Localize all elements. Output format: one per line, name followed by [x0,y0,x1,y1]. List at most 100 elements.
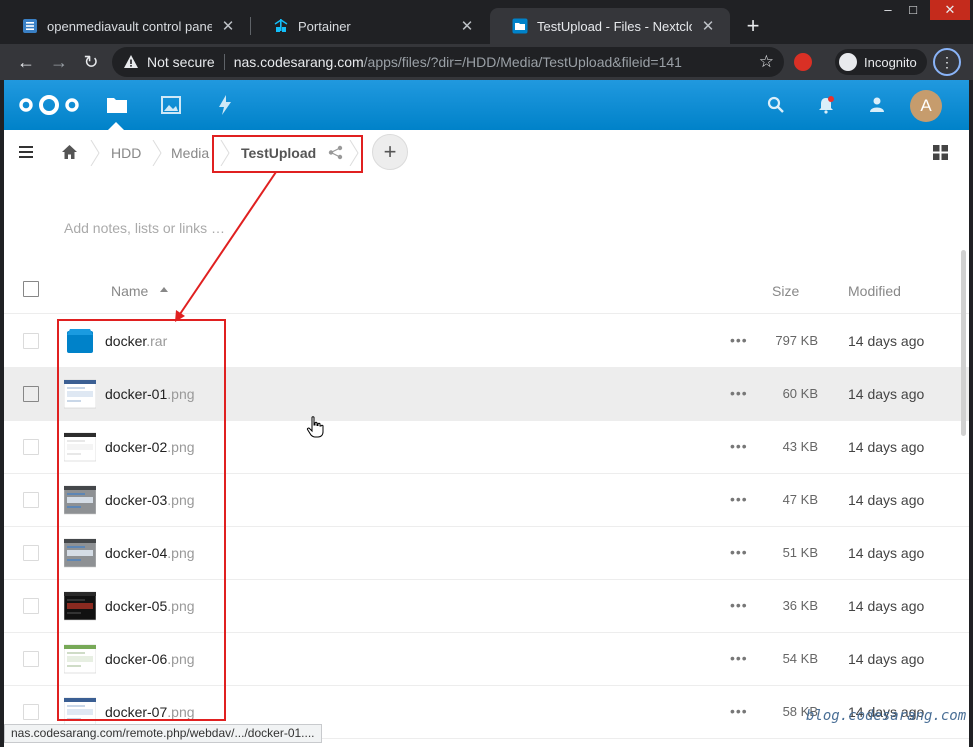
breadcrumb-media[interactable]: Media [171,145,209,161]
home-icon[interactable] [61,144,78,160]
file-modified: 14 days ago [848,333,925,349]
omnibox-divider [223,54,225,70]
forward-button[interactable]: → [47,50,71,74]
maximize-button[interactable]: □ [901,0,925,20]
row-checkbox[interactable] [23,333,39,349]
column-name[interactable]: Name [111,283,148,299]
image-thumbnail [64,591,96,621]
grid-view-icon[interactable] [933,145,948,160]
table-row[interactable]: docker-02.png ••• 43 KB 14 days ago [4,421,969,474]
new-tab-button[interactable]: + [741,13,765,39]
archive-file-icon [67,329,93,353]
close-icon[interactable]: ✕ [700,17,716,35]
image-thumbnail [64,432,96,462]
add-button[interactable]: + [372,134,408,170]
file-name[interactable]: docker-03.png [105,492,195,508]
browser-toolbar: ← → ↻ Not secure nas.codesarang.com/apps… [0,44,973,80]
file-modified: 14 days ago [848,386,925,402]
file-basename: docker-03 [105,492,168,508]
row-checkbox[interactable] [23,386,39,402]
file-name[interactable]: docker.rar [105,333,167,349]
file-basename: docker [105,333,147,349]
search-icon[interactable] [766,95,786,115]
file-name[interactable]: docker-06.png [105,651,195,667]
row-checkbox[interactable] [23,651,39,667]
tab-portainer[interactable]: Portainer ✕ [251,8,489,44]
select-all-checkbox[interactable] [23,281,39,297]
menu-icon[interactable] [19,146,33,158]
file-name[interactable]: docker-07.png [105,704,195,720]
browser-menu-button[interactable]: ⋮ [933,48,961,76]
tab-omv[interactable]: openmediavault control panel - c ✕ [0,8,250,44]
column-modified[interactable]: Modified [848,283,901,299]
tab-strip: openmediavault control panel - c ✕ Porta… [0,0,973,44]
breadcrumb-hdd[interactable]: HDD [111,145,141,161]
breadcrumb-current[interactable]: TestUpload [241,145,316,161]
nextcloud-logo[interactable] [18,94,80,116]
security-label: Not secure [147,54,215,70]
file-size: 60 KB [782,386,818,401]
files-icon[interactable] [104,92,130,118]
column-size[interactable]: Size [772,283,799,299]
file-size: 47 KB [782,492,818,507]
table-row[interactable]: docker-05.png ••• 36 KB 14 days ago [4,580,969,633]
browser-window: openmediavault control panel - c ✕ Porta… [0,0,973,747]
tab-nextcloud[interactable]: TestUpload - Files - Nextcloud ✕ [490,8,730,44]
address-bar[interactable]: Not secure nas.codesarang.com/apps/files… [112,47,784,77]
row-checkbox[interactable] [23,439,39,455]
file-extension: .png [167,651,195,667]
back-button[interactable]: ← [14,50,38,74]
file-table-header: Name Size Modified [4,270,969,314]
files-content: HDD Media TestUpload + Add notes, lists … [4,130,969,747]
file-name[interactable]: docker-04.png [105,545,195,561]
status-url: nas.codesarang.com/remote.php/webdav/...… [4,724,322,743]
close-icon[interactable]: ✕ [459,17,475,35]
file-size: 43 KB [782,439,818,454]
table-row[interactable]: docker-03.png ••• 47 KB 14 days ago [4,474,969,527]
share-icon[interactable] [328,145,343,160]
tab-title: openmediavault control panel - c [47,18,212,34]
file-list: docker.rar ••• 797 KB 14 days ago docker-01.… [4,315,969,739]
table-row[interactable]: docker-06.png ••• 54 KB 14 days ago [4,633,969,686]
reload-button[interactable]: ↻ [79,50,103,74]
file-basename: docker-02 [105,439,168,455]
activity-icon[interactable] [212,92,238,118]
image-thumbnail [64,644,96,674]
nextcloud-folder-icon [512,18,528,34]
extension-icon[interactable] [794,53,812,71]
image-thumbnail [64,379,96,409]
file-extension: .rar [146,333,168,349]
contacts-icon[interactable] [866,95,886,115]
hand-cursor-icon [306,416,324,438]
file-extension: .png [167,492,195,508]
table-row[interactable]: docker-01.png ••• 60 KB 14 days ago [4,368,969,421]
row-checkbox[interactable] [23,545,39,561]
close-window-button[interactable]: ✕ [930,0,970,20]
row-checkbox[interactable] [23,704,39,720]
row-checkbox[interactable] [23,598,39,614]
breadcrumb-chevron-icon [349,140,359,166]
breadcrumb: HDD Media TestUpload + [4,130,969,176]
bookmark-star-icon[interactable]: ☆ [759,52,774,72]
minimize-button[interactable]: – [876,0,900,20]
file-modified: 14 days ago [848,545,925,561]
image-thumbnail [64,485,96,515]
file-basename: docker-05 [105,598,168,614]
file-name[interactable]: docker-01.png [105,386,195,402]
file-size: 51 KB [782,545,818,560]
avatar[interactable]: A [910,90,942,122]
file-basename: docker-01 [105,386,168,402]
table-row[interactable]: docker-04.png ••• 51 KB 14 days ago [4,527,969,580]
file-extension: .png [167,598,195,614]
file-basename: docker-06 [105,651,168,667]
scrollbar[interactable] [961,250,966,436]
table-row[interactable]: docker.rar ••• 797 KB 14 days ago [4,315,969,368]
incognito-badge[interactable]: Incognito [835,49,927,75]
row-checkbox[interactable] [23,492,39,508]
photos-icon[interactable] [158,92,184,118]
notifications-icon[interactable] [816,95,836,115]
file-name[interactable]: docker-05.png [105,598,195,614]
file-name[interactable]: docker-02.png [105,439,195,455]
notes-placeholder[interactable]: Add notes, lists or links … [64,220,225,236]
close-icon[interactable]: ✕ [220,17,236,35]
